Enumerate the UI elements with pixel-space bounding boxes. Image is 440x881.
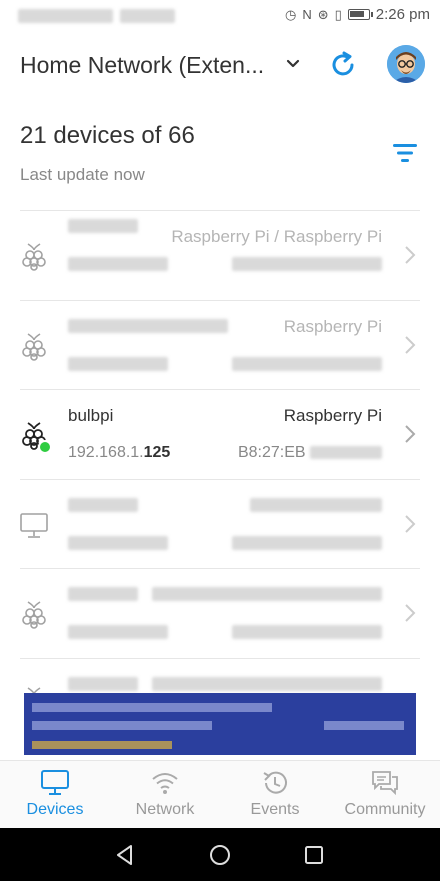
blurred-ip-address: [68, 257, 168, 271]
ad-banner[interactable]: [24, 693, 416, 755]
nav-events[interactable]: Events: [220, 761, 330, 828]
nfc-icon: N: [302, 6, 312, 22]
system-navigation-bar: [0, 828, 440, 881]
battery-icon: [347, 9, 373, 20]
chevron-right-icon: [405, 335, 416, 354]
online-status-dot: [38, 440, 52, 454]
monitor-icon: [41, 770, 69, 795]
raspberry-pi-icon: [22, 243, 46, 271]
ad-text-block: [324, 721, 404, 730]
nav-label: Network: [135, 801, 195, 818]
device-name: bulbpi: [68, 406, 114, 425]
blurred-ip-address: [68, 356, 168, 371]
blurred-ip-address: [68, 625, 168, 639]
blurred-ip-address: [68, 535, 168, 550]
recent-apps-icon[interactable]: [302, 843, 326, 867]
vibrate-icon: ▯: [334, 6, 342, 22]
raspberry-pi-icon: [22, 332, 46, 361]
blurred-mac-address: [232, 356, 382, 371]
bottom-navigation: Devices Network Events Community: [0, 760, 440, 828]
nav-label: Devices: [26, 801, 84, 818]
blurred-carrier-text: [120, 9, 175, 23]
nav-label: Events: [250, 801, 300, 818]
user-avatar-icon: [387, 45, 425, 83]
mac-prefix: B8:27:EB: [237, 444, 306, 461]
home-icon[interactable]: [208, 843, 232, 867]
device-row[interactable]: Raspberry Pi: [20, 299, 420, 390]
device-mac: B8:27:EB: [238, 444, 382, 462]
nav-community[interactable]: Community: [330, 761, 440, 828]
blurred-vendor: [250, 497, 382, 512]
chat-icon: [372, 771, 398, 796]
ip-prefix: 192.168.1.: [68, 444, 144, 461]
status-bar: ◷ N ⊛ ▯ 2:26 pm: [0, 0, 440, 32]
device-list: Raspberry Pi / Raspberry Pi Raspberry Pi: [20, 210, 420, 706]
app-header: Home Network (Exten...: [0, 40, 440, 96]
ad-text-block: [32, 721, 212, 730]
chevron-down-icon[interactable]: [285, 56, 301, 72]
history-icon: [263, 771, 287, 794]
device-vendor: Raspberry Pi / Raspberry Pi: [171, 227, 382, 246]
last-update-text: Last update now: [20, 165, 145, 184]
blurred-mac-address: [232, 625, 382, 639]
ad-text-block: [32, 703, 272, 712]
blurred-vendor: [152, 676, 382, 691]
device-count: 21 devices of 66: [20, 122, 195, 149]
blurred-device-name: [68, 676, 138, 691]
device-row[interactable]: Raspberry Pi / Raspberry Pi: [20, 210, 420, 300]
device-row[interactable]: [20, 568, 420, 658]
device-ip: 192.168.1.125: [68, 444, 170, 462]
device-row[interactable]: bulbpi Raspberry Pi 192.168.1.125 B8:27:…: [20, 389, 420, 479]
chevron-right-icon: [405, 604, 416, 622]
bluetooth-icon: ⊛: [317, 6, 329, 22]
raspberry-pi-icon: [22, 601, 46, 629]
device-vendor: Raspberry Pi: [283, 406, 382, 425]
blurred-mac-address: [232, 257, 382, 271]
blurred-device-name: [68, 219, 138, 233]
ip-suffix: 125: [143, 444, 171, 461]
chevron-right-icon: [405, 246, 416, 264]
blurred-device-name: [68, 587, 138, 601]
nav-devices[interactable]: Devices: [0, 761, 110, 828]
filter-icon[interactable]: [392, 142, 418, 164]
blurred-device-name: [68, 318, 228, 333]
nav-label: Community: [344, 801, 426, 818]
nav-network[interactable]: Network: [110, 761, 220, 828]
alarm-icon: ◷: [285, 6, 297, 22]
blurred-mac-suffix: [310, 446, 382, 460]
status-icons: ◷ N ⊛ ▯ 2:26 pm: [285, 6, 430, 23]
avatar[interactable]: [387, 45, 425, 83]
blurred-vendor: [152, 587, 382, 601]
blurred-mac-address: [232, 535, 382, 550]
clock: 2:26 pm: [375, 6, 430, 23]
chevron-right-icon: [405, 425, 416, 443]
back-icon[interactable]: [113, 843, 137, 867]
chevron-right-icon: [405, 514, 416, 533]
device-row[interactable]: [20, 478, 420, 569]
ad-text-block: [32, 741, 172, 749]
device-vendor: Raspberry Pi: [283, 316, 382, 336]
blurred-device-name: [68, 497, 138, 512]
blurred-carrier-text: [18, 9, 113, 23]
refresh-icon[interactable]: [328, 50, 358, 80]
network-selector[interactable]: Home Network (Exten...: [20, 52, 264, 79]
desktop-icon: [20, 512, 48, 538]
wifi-icon: [152, 773, 178, 794]
